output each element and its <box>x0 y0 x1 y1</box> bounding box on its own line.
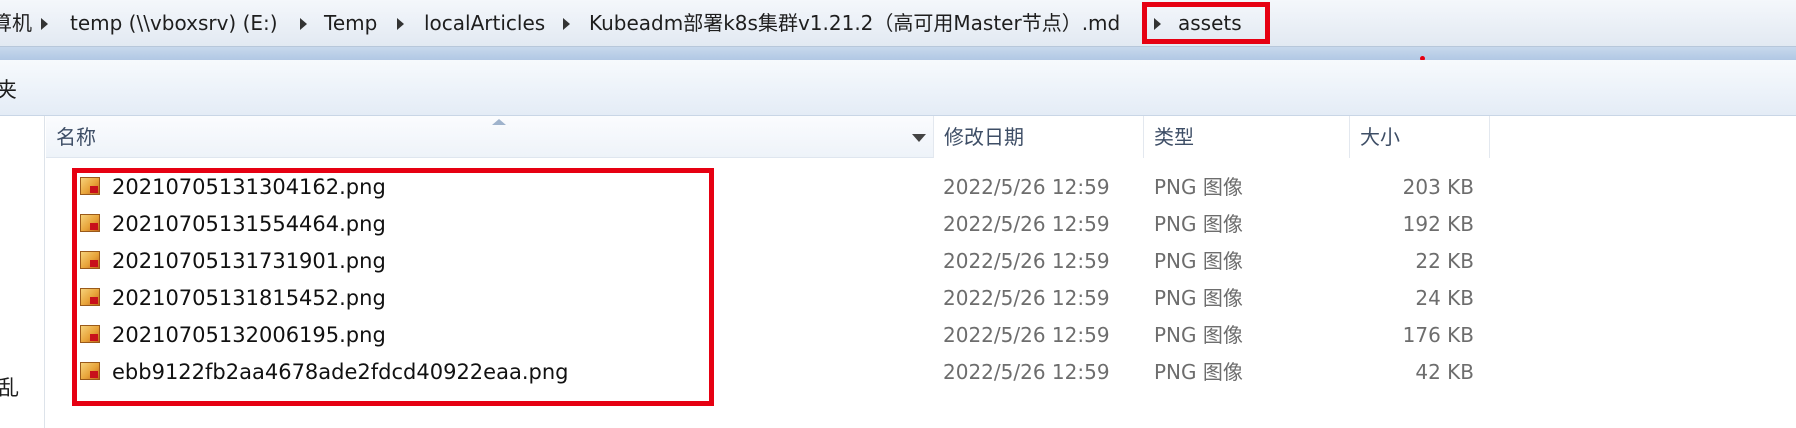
address-bar-bottom-strip <box>0 47 1796 60</box>
file-size: 203 KB <box>1402 175 1474 199</box>
breadcrumb-kubeadm-article[interactable]: Kubeadm部署k8s集群v1.21.2（高可用Master节点）.md <box>589 10 1120 36</box>
file-date: 2022/5/26 12:59 <box>943 360 1110 384</box>
breadcrumb-computer[interactable]: 算机 <box>0 10 32 36</box>
file-type: PNG 图像 <box>1154 286 1243 310</box>
toolbar: 夹 <box>0 60 1796 116</box>
file-size: 192 KB <box>1402 212 1474 236</box>
column-header-date[interactable]: 修改日期 <box>934 116 1144 158</box>
file-date: 2022/5/26 12:59 <box>943 286 1110 310</box>
highlight-box-files <box>72 168 714 406</box>
sort-ascending-icon <box>492 119 506 125</box>
breadcrumb-separator-icon[interactable] <box>563 18 570 30</box>
file-date: 2022/5/26 12:59 <box>943 323 1110 347</box>
navigation-item-fragment[interactable]: 乱 <box>0 372 19 402</box>
column-header-name-label: 名称 <box>56 125 96 149</box>
file-type: PNG 图像 <box>1154 323 1243 347</box>
navigation-pane[interactable]: 乱 <box>0 116 45 428</box>
column-headers: 名称 修改日期 类型 大小 <box>46 116 1796 160</box>
breadcrumb-localarticles[interactable]: localArticles <box>424 10 545 36</box>
breadcrumb-separator-icon[interactable] <box>41 18 48 30</box>
file-type: PNG 图像 <box>1154 249 1243 273</box>
file-size: 22 KB <box>1415 249 1474 273</box>
file-size: 42 KB <box>1415 360 1474 384</box>
highlight-box-assets <box>1142 2 1270 44</box>
toolbar-new-folder-fragment[interactable]: 夹 <box>0 74 17 104</box>
address-bar[interactable]: 算机 temp (\\vboxsrv) (E:) Temp localArtic… <box>0 0 1796 47</box>
file-date: 2022/5/26 12:59 <box>943 249 1110 273</box>
file-type: PNG 图像 <box>1154 360 1243 384</box>
file-date: 2022/5/26 12:59 <box>943 175 1110 199</box>
column-header-name[interactable]: 名称 <box>46 116 934 158</box>
breadcrumb-temp[interactable]: Temp <box>324 10 377 36</box>
file-date: 2022/5/26 12:59 <box>943 212 1110 236</box>
breadcrumb-separator-icon[interactable] <box>397 18 404 30</box>
file-type: PNG 图像 <box>1154 175 1243 199</box>
file-size: 24 KB <box>1415 286 1474 310</box>
breadcrumb-separator-icon[interactable] <box>300 18 307 30</box>
file-size: 176 KB <box>1402 323 1474 347</box>
column-header-size[interactable]: 大小 <box>1350 116 1490 158</box>
breadcrumb-temp-drive[interactable]: temp (\\vboxsrv) (E:) <box>70 10 278 36</box>
file-type: PNG 图像 <box>1154 212 1243 236</box>
column-dropdown-icon[interactable] <box>912 134 926 142</box>
column-header-type[interactable]: 类型 <box>1144 116 1350 158</box>
